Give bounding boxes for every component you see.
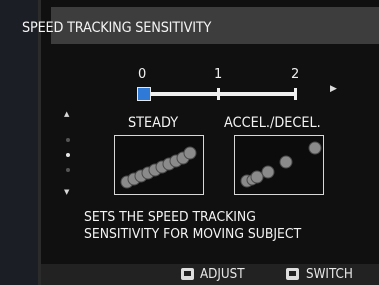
steady-diagram-graphic [120,146,197,189]
left-gutter [0,0,38,285]
page-dot-1 [66,138,70,142]
accel-decel-diagram-graphic [240,141,322,188]
menu-panel [38,0,379,285]
accel-decel-diagram [234,135,324,195]
scale-label-0: 0 [138,67,147,82]
description-line-2: SENSITIVITY FOR MOVING SUBJECT [84,226,302,242]
scale-label-2: 2 [291,67,300,82]
steady-diagram [114,135,204,195]
slider-tick-2 [294,88,297,100]
page-dot-2 [66,153,70,157]
right-arrow-icon[interactable]: ▶ [330,84,337,94]
menu-title: SPEED TRACKING SENSITIVITY [22,20,212,36]
option-steady-label: STEADY [128,115,179,131]
slider-tick-1 [217,88,220,100]
switch-hint: SWITCH [306,267,353,282]
button-icon [286,268,299,280]
slider-knob[interactable] [137,87,151,101]
scale-label-1: 1 [214,67,223,82]
option-accel-decel-label: ACCEL./DECEL. [224,115,321,131]
dial-icon [181,268,194,280]
description-line-1: SETS THE SPEED TRACKING [84,209,256,225]
up-arrow-icon[interactable]: ▲ [64,110,69,118]
adjust-hint: ADJUST [200,267,245,282]
page-dot-3 [66,168,70,172]
down-arrow-icon[interactable]: ▼ [64,188,69,196]
